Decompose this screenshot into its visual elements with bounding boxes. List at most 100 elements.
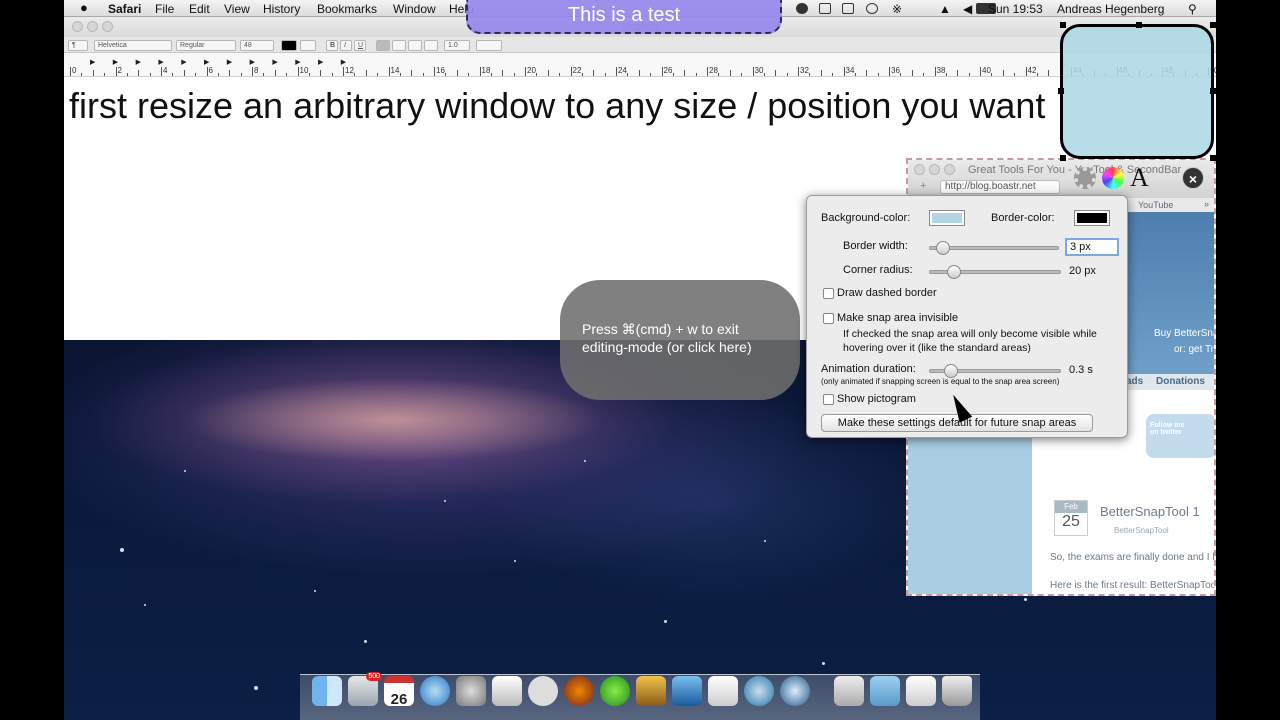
- snap-area-preview[interactable]: [1060, 24, 1214, 159]
- wifi-icon[interactable]: ▲: [939, 2, 951, 16]
- line-spacing-select[interactable]: 1.0: [444, 40, 470, 51]
- finder-icon[interactable]: [312, 676, 342, 706]
- tab-stop-marker[interactable]: ▶: [158, 58, 163, 66]
- firefox-icon[interactable]: [564, 676, 594, 706]
- menu-window[interactable]: Window: [393, 2, 436, 16]
- safari-close-button[interactable]: [914, 164, 925, 175]
- tab-stop-marker[interactable]: ▶: [272, 58, 277, 66]
- ruler[interactable]: 0246810121416182022242628303234363840424…: [64, 53, 1216, 77]
- tab-stop-marker[interactable]: ▶: [295, 58, 300, 66]
- border-color-well[interactable]: [1074, 210, 1110, 226]
- bookmarks-overflow-icon[interactable]: »: [1204, 199, 1209, 209]
- italic-button[interactable]: I: [340, 40, 352, 51]
- add-bookmark-icon[interactable]: +: [920, 180, 926, 192]
- tab-stop-marker[interactable]: ▶: [204, 58, 209, 66]
- resize-handle[interactable]: [1058, 88, 1064, 94]
- buy-link[interactable]: Buy BetterSna: [1154, 328, 1214, 339]
- bold-button[interactable]: B: [326, 40, 338, 51]
- downloads-stack-icon[interactable]: [906, 676, 936, 706]
- preview-icon[interactable]: [492, 676, 522, 706]
- font-icon[interactable]: A: [1130, 163, 1149, 193]
- nav-downloads[interactable]: ads: [1126, 376, 1143, 387]
- nav-donations[interactable]: Donations: [1156, 376, 1205, 387]
- invisible-snap-label[interactable]: Make snap area invisible: [837, 312, 958, 324]
- calendar-icon[interactable]: 26: [384, 676, 414, 708]
- show-pictogram-label[interactable]: Show pictogram: [837, 393, 916, 405]
- post-tag[interactable]: BetterSnapTool: [1114, 526, 1169, 535]
- border-width-input[interactable]: 3 px: [1065, 238, 1119, 256]
- tab-stop-marker[interactable]: ▶: [181, 58, 186, 66]
- menu-bookmarks[interactable]: Bookmarks: [317, 2, 377, 16]
- font-size-field[interactable]: 48: [240, 40, 274, 51]
- system-preferences-icon[interactable]: [456, 676, 486, 706]
- dashed-border-label[interactable]: Draw dashed border: [837, 287, 937, 299]
- tab-stop-marker[interactable]: ▶: [341, 58, 346, 66]
- tab-stop-marker[interactable]: ▶: [136, 58, 141, 66]
- corner-radius-slider[interactable]: [929, 265, 1061, 279]
- resize-handle[interactable]: [1210, 22, 1216, 28]
- corner-radius-knob[interactable]: [946, 265, 961, 279]
- resize-handle[interactable]: [1060, 155, 1066, 161]
- align-center-button[interactable]: [392, 40, 406, 51]
- menu-history[interactable]: History: [263, 2, 300, 16]
- spotlight-search-icon[interactable]: ⚲: [1188, 2, 1197, 16]
- transmit-icon[interactable]: [600, 676, 630, 706]
- documents-icon[interactable]: [834, 676, 864, 706]
- snap-area-title-banner[interactable]: This is a test: [466, 0, 782, 34]
- tab-stop-marker[interactable]: ▶: [318, 58, 323, 66]
- paragraph-style-select[interactable]: ¶: [68, 40, 88, 51]
- post-title[interactable]: BetterSnapTool 1: [1100, 504, 1200, 519]
- animation-duration-slider[interactable]: [929, 364, 1061, 378]
- menu-file[interactable]: File: [155, 2, 174, 16]
- menu-user[interactable]: Andreas Hegenberg: [1057, 2, 1164, 16]
- align-left-button[interactable]: [376, 40, 390, 51]
- border-width-knob[interactable]: [935, 241, 950, 255]
- text-color-well[interactable]: [281, 40, 297, 51]
- gear-icon[interactable]: [1074, 167, 1096, 189]
- list-style-select[interactable]: [476, 40, 502, 51]
- tab-stop-marker[interactable]: ▶: [90, 58, 95, 66]
- animation-duration-knob[interactable]: [944, 364, 959, 378]
- close-icon[interactable]: ×: [1182, 167, 1204, 189]
- document-text[interactable]: first resize an arbitrary window to any …: [69, 85, 1045, 127]
- trash-icon[interactable]: [942, 676, 972, 706]
- xcode-icon[interactable]: [672, 676, 702, 706]
- status-icon-dropbox[interactable]: [796, 3, 808, 14]
- time-machine-icon[interactable]: [866, 3, 878, 14]
- resize-handle[interactable]: [1060, 22, 1066, 28]
- network-icon[interactable]: [780, 676, 810, 706]
- menu-view[interactable]: View: [224, 2, 250, 16]
- underline-button[interactable]: U: [354, 40, 366, 51]
- mail-icon[interactable]: 500: [348, 672, 382, 706]
- blocked-app-icon[interactable]: [528, 676, 558, 706]
- highlight-color-well[interactable]: [300, 40, 316, 51]
- safari-minimize-button[interactable]: [929, 164, 940, 175]
- tab-stop-marker[interactable]: ▶: [113, 58, 118, 66]
- delivery-truck-icon[interactable]: [636, 676, 666, 706]
- invisible-snap-checkbox[interactable]: [823, 313, 834, 324]
- menu-app-name[interactable]: Safari: [108, 2, 141, 16]
- tab-stop-marker[interactable]: ▶: [250, 58, 255, 66]
- safari-zoom-button[interactable]: [944, 164, 955, 175]
- address-bar[interactable]: http://blog.boastr.net: [940, 180, 1060, 194]
- volume-icon[interactable]: ◀: [963, 2, 972, 16]
- color-wheel-icon[interactable]: [1102, 167, 1124, 189]
- show-pictogram-checkbox[interactable]: [823, 394, 834, 405]
- status-icon-monitor[interactable]: [842, 3, 854, 14]
- menu-clock[interactable]: Sun 19:53: [988, 2, 1043, 16]
- font-style-select[interactable]: Regular: [176, 40, 236, 51]
- exit-editing-mode-bubble[interactable]: Press ⌘(cmd) + w to exit editing-mode (o…: [560, 280, 800, 400]
- apple-menu-icon[interactable]: ●: [80, 0, 88, 15]
- dashed-border-checkbox[interactable]: [823, 288, 834, 299]
- safari-icon[interactable]: [744, 676, 774, 706]
- resize-handle[interactable]: [1210, 155, 1216, 161]
- applications-folder-icon[interactable]: [870, 676, 900, 706]
- trial-link[interactable]: or: get Tri: [1174, 344, 1214, 355]
- menu-edit[interactable]: Edit: [189, 2, 210, 16]
- resize-handle[interactable]: [1210, 88, 1216, 94]
- status-icon-display[interactable]: [819, 3, 831, 14]
- itunes-icon[interactable]: [420, 676, 450, 706]
- justify-button[interactable]: [424, 40, 438, 51]
- background-color-well[interactable]: [929, 210, 965, 226]
- font-family-select[interactable]: Helvetica: [94, 40, 172, 51]
